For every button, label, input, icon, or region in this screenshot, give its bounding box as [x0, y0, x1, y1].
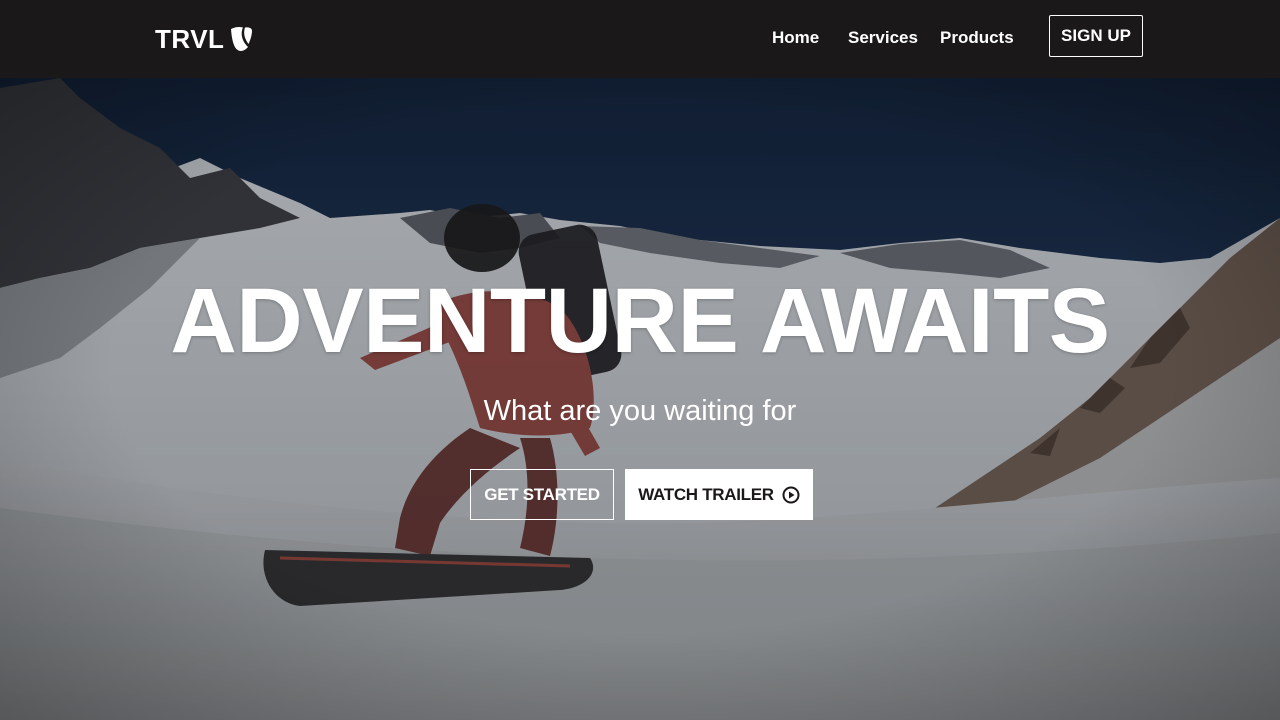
watch-trailer-button[interactable]: WATCH TRAILER — [625, 469, 813, 520]
get-started-button[interactable]: GET STARTED — [470, 469, 614, 520]
logo-text: TRVL — [155, 24, 225, 54]
typo3-logo-icon — [231, 27, 253, 51]
navbar: TRVL Home Services Products SIGN UP — [0, 0, 1280, 78]
signup-button[interactable]: SIGN UP — [1049, 15, 1143, 57]
watch-trailer-label: WATCH TRAILER — [638, 484, 774, 504]
get-started-label: GET STARTED — [484, 484, 600, 504]
hero-section: ADVENTURE AWAITS What are you waiting fo… — [0, 78, 1280, 720]
play-circle-icon — [782, 486, 800, 503]
logo[interactable]: TRVL — [155, 22, 253, 56]
nav-link-services[interactable]: Services — [848, 26, 918, 50]
hero-subtitle: What are you waiting for — [483, 395, 797, 427]
nav-link-products[interactable]: Products — [940, 26, 1014, 50]
nav-link-home[interactable]: Home — [772, 26, 819, 50]
hero-title: ADVENTURE AWAITS — [170, 270, 1110, 372]
